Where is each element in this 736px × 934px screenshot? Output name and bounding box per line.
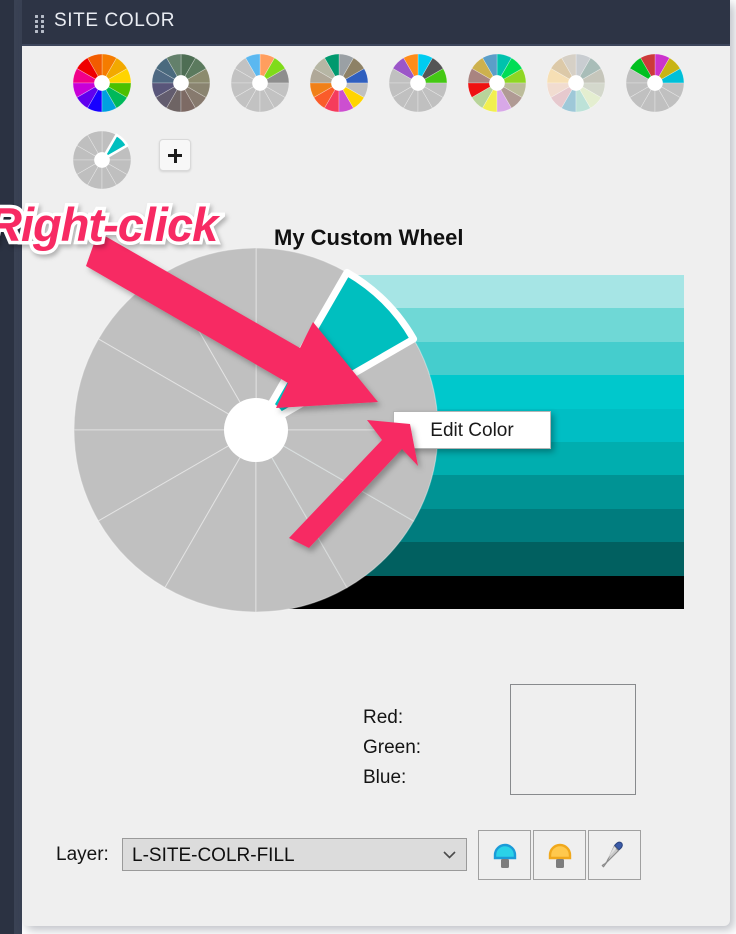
eyedropper-icon — [601, 841, 623, 868]
layer-dropdown[interactable]: L-SITE-COLR-FILL — [122, 838, 467, 871]
wheel-hub[interactable] — [331, 75, 347, 91]
wheel-hub[interactable] — [647, 75, 663, 91]
eyedropper-button[interactable] — [588, 830, 641, 880]
layer-label: Layer: — [56, 844, 109, 865]
lightbulb-off-icon — [548, 843, 571, 868]
menu-item-edit-color[interactable]: Edit Color — [394, 420, 550, 442]
dock-edge-highlight — [14, 0, 22, 934]
add-palette-button[interactable] — [159, 139, 191, 171]
main-wheel-svg[interactable] — [74, 248, 438, 612]
layer-off-button[interactable] — [533, 830, 586, 880]
dock-edge-strip — [0, 0, 22, 934]
palette-thumbnail-2[interactable] — [231, 54, 289, 112]
blue-label: Blue: — [363, 767, 407, 788]
wheel-hub[interactable] — [224, 398, 288, 462]
site-color-panel: SITE COLOR My Custom Wheel Edit Color Re… — [22, 0, 730, 926]
wheel-hub[interactable] — [410, 75, 426, 91]
layer-dropdown-value: L-SITE-COLR-FILL — [132, 845, 295, 866]
palette-thumbnail-4[interactable] — [389, 54, 447, 112]
palette-thumbnail-3[interactable] — [310, 54, 368, 112]
wheel-hub[interactable] — [94, 75, 110, 91]
palette-thumbnail-0[interactable] — [73, 54, 131, 112]
color-preview-swatch — [510, 684, 636, 795]
wheel-hub[interactable] — [252, 75, 268, 91]
lightbulb-on-icon — [493, 843, 516, 868]
green-label: Green: — [363, 737, 422, 758]
palette-thumbnail-1[interactable] — [152, 54, 210, 112]
context-menu[interactable]: Edit Color — [393, 411, 551, 449]
wheel-hub[interactable] — [94, 152, 110, 168]
layer-on-button[interactable] — [478, 830, 531, 880]
wheel-hub[interactable] — [568, 75, 584, 91]
palette-thumbnail-5[interactable] — [468, 54, 526, 112]
wheel-hub[interactable] — [173, 75, 189, 91]
palette-thumbnail-8[interactable] — [73, 131, 131, 189]
palette-thumbnail-6[interactable] — [547, 54, 605, 112]
red-label: Red: — [363, 707, 404, 728]
palette-thumbnail-7[interactable] — [626, 54, 684, 112]
chevron-down-icon — [443, 851, 456, 859]
wheel-hub[interactable] — [489, 75, 505, 91]
panel-titlebar[interactable]: SITE COLOR — [22, 0, 730, 46]
drag-grip-icon[interactable] — [35, 15, 44, 33]
main-color-wheel[interactable] — [74, 248, 438, 612]
panel-title: SITE COLOR — [54, 10, 176, 31]
